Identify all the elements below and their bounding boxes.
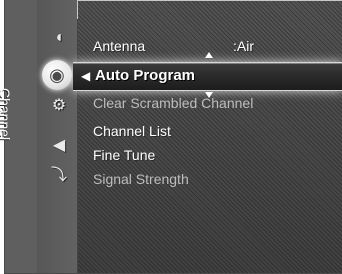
menu-item-label: Channel List: [93, 123, 171, 139]
channel-disc-icon[interactable]: ◉: [42, 60, 72, 90]
menu-item-label: Antenna: [93, 38, 146, 54]
menu-item-clear-scrambled-channel: Clear Scrambled Channel: [93, 92, 342, 114]
menu-item-label: Clear Scrambled Channel: [93, 95, 254, 111]
menu-item-channel-list[interactable]: Channel List: [93, 120, 342, 142]
input-icon[interactable]: ⤵: [49, 166, 69, 186]
tv-osd-screen: Channel ◖ ◉ ⚙ ◀ ⤵ Antenna :Air ◀ Auto Pr…: [0, 0, 342, 274]
menu-item-antenna[interactable]: Antenna :Air: [93, 35, 342, 57]
antenna-icon[interactable]: ◖: [49, 28, 69, 48]
menu-top-border: [77, 0, 342, 19]
menu-item-value: :Air: [233, 38, 254, 54]
menu-item-auto-program[interactable]: ◀ Auto Program: [73, 62, 342, 91]
menu-item-label: Signal Strength: [93, 171, 189, 187]
menu-item-signal-strength: Signal Strength: [93, 168, 342, 190]
menu-item-label: Fine Tune: [93, 147, 156, 163]
speaker-icon[interactable]: ◀: [49, 136, 69, 156]
menu-icon-column: ◖ ◉ ⚙ ◀ ⤵: [37, 0, 78, 273]
selection-arrow-icon: ◀: [81, 69, 91, 83]
gear-icon[interactable]: ⚙: [49, 96, 69, 116]
sidebar-tab[interactable]: Channel: [0, 0, 38, 273]
menu-item-label: Auto Program: [95, 67, 196, 84]
menu-item-fine-tune[interactable]: Fine Tune: [93, 144, 342, 166]
sidebar-tab-label: Channel: [0, 88, 13, 141]
channel-menu-panel: Channel ◖ ◉ ⚙ ◀ ⤵ Antenna :Air ◀ Auto Pr…: [0, 0, 342, 274]
